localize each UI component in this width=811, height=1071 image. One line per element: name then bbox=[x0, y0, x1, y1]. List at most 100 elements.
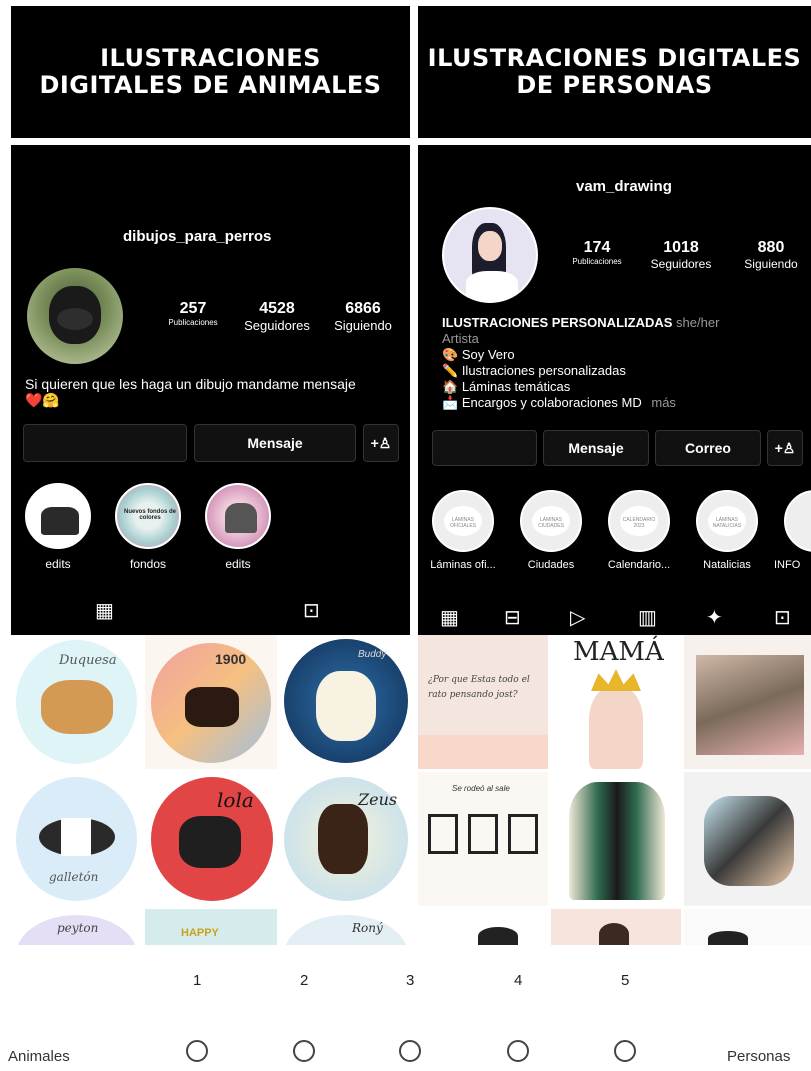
video-tab-icon[interactable]: ▷ bbox=[570, 605, 585, 630]
left-post-1[interactable]: Duquesa bbox=[11, 635, 142, 769]
right-post-1[interactable]: ¿Por que Estas todo el rato pensando jos… bbox=[418, 635, 548, 769]
scale-radio-2[interactable] bbox=[293, 1040, 315, 1062]
right-role: Artista bbox=[442, 331, 479, 346]
left-add-user-button[interactable]: +♙ bbox=[363, 424, 399, 462]
right-email-button[interactable]: Correo bbox=[655, 430, 761, 466]
scale-radio-5[interactable] bbox=[614, 1040, 636, 1062]
scale-number-2: 2 bbox=[300, 972, 309, 989]
left-post-7-text: peyton bbox=[57, 921, 99, 935]
tagged-tab-icon[interactable]: ⊡ bbox=[774, 605, 791, 630]
right-stat-following[interactable]: 880 Siguiendo bbox=[734, 239, 808, 271]
left-stat-following[interactable]: 6866 Siguiendo bbox=[323, 300, 403, 333]
guides-tab-icon[interactable]: ▥ bbox=[638, 605, 657, 630]
right-highlight-2-inner: LÁMINAS CIUDADES bbox=[532, 506, 570, 536]
left-post-4-text: galletón bbox=[49, 870, 99, 884]
left-post-8[interactable]: HAPPY bbox=[145, 909, 277, 945]
right-message-button[interactable]: Mensaje bbox=[543, 430, 649, 466]
right-following-count: 880 bbox=[757, 239, 785, 256]
right-followers-label: Seguidores bbox=[650, 257, 712, 271]
add-user-icon: +♙ bbox=[774, 439, 796, 456]
right-posts-label: Publicaciones bbox=[572, 257, 622, 266]
right-profile-panel: vam_drawing 174 Publicaciones 1018 Segui… bbox=[418, 145, 811, 635]
right-followers-count: 1018 bbox=[663, 239, 699, 256]
right-post-5[interactable] bbox=[551, 772, 681, 906]
left-highlight-3[interactable] bbox=[205, 483, 271, 549]
left-bio-text: Si quieren que les haga un dibujo mandam… bbox=[25, 376, 356, 392]
right-add-user-button[interactable]: +♙ bbox=[767, 430, 803, 466]
right-header-text: ILUSTRACIONES DIGITALES DE PERSONAS bbox=[427, 44, 802, 99]
reels-tab-icon[interactable]: ⊟ bbox=[504, 605, 521, 630]
left-bio: Si quieren que les haga un dibujo mandam… bbox=[25, 376, 405, 408]
right-post-grid: ¿Por que Estas todo el rato pensando jos… bbox=[418, 635, 811, 945]
right-bio: ILUSTRACIONES PERSONALIZADAS she/her Art… bbox=[442, 315, 802, 411]
right-highlight-1-label: Láminas ofi... bbox=[430, 559, 496, 571]
right-stat-followers[interactable]: 1018 Seguidores bbox=[644, 239, 718, 271]
left-post-2[interactable]: 1900 bbox=[145, 635, 277, 769]
right-post-1-text: ¿Por que Estas todo el rato pensando jos… bbox=[428, 675, 530, 700]
grid-tab-icon[interactable]: ▦ bbox=[95, 598, 114, 623]
right-highlight-1[interactable]: LÁMINAS OFICIALES bbox=[432, 490, 494, 552]
left-bio-emoji: ❤️🤗 bbox=[25, 392, 60, 408]
left-highlight-2-label: fondos bbox=[129, 557, 167, 571]
right-bio-title: ILUSTRACIONES PERSONALIZADAS bbox=[442, 315, 673, 330]
right-post-2[interactable]: MAMÁ bbox=[551, 635, 681, 769]
right-highlight-3[interactable]: CALENDARIO 2023 bbox=[608, 490, 670, 552]
scale-number-3: 3 bbox=[406, 972, 415, 989]
left-post-grid: Duquesa 1900 Buddy galletón lola Zeus pe… bbox=[11, 635, 410, 945]
right-follow-button[interactable] bbox=[432, 430, 537, 466]
left-highlight-2[interactable]: Nuevos fondos de colores bbox=[115, 483, 181, 549]
right-bio-line-2: ✏️ Ilustraciones personalizadas bbox=[442, 363, 626, 378]
right-highlight-3-label: Calendario... bbox=[607, 559, 671, 571]
scale-right-label: Personas bbox=[727, 1048, 791, 1065]
left-post-9[interactable]: Roný bbox=[280, 909, 410, 945]
effects-tab-icon[interactable]: ✦ bbox=[706, 605, 723, 630]
right-message-label: Mensaje bbox=[568, 440, 624, 456]
right-avatar[interactable] bbox=[442, 207, 538, 303]
add-user-icon: +♙ bbox=[370, 434, 392, 451]
left-stat-posts[interactable]: 257 Publicaciones bbox=[153, 300, 233, 327]
left-username[interactable]: dibujos_para_perros bbox=[123, 228, 271, 245]
right-highlight-2[interactable]: LÁMINAS CIUDADES bbox=[520, 490, 582, 552]
left-post-5-text: lola bbox=[217, 788, 254, 812]
left-posts-label: Publicaciones bbox=[168, 318, 218, 327]
left-post-3[interactable]: Buddy bbox=[280, 635, 410, 769]
scale-radio-3[interactable] bbox=[399, 1040, 421, 1062]
right-post-7[interactable] bbox=[418, 909, 548, 945]
left-highlight-1[interactable] bbox=[25, 483, 91, 549]
left-post-4[interactable]: galletón bbox=[11, 772, 142, 906]
scale-radio-4[interactable] bbox=[507, 1040, 529, 1062]
more-link[interactable]: más bbox=[651, 395, 676, 410]
scale-number-1: 1 bbox=[193, 972, 202, 989]
left-post-1-text: Duquesa bbox=[59, 653, 117, 668]
left-stat-followers[interactable]: 4528 Seguidores bbox=[233, 300, 321, 333]
right-post-8[interactable] bbox=[551, 909, 681, 945]
right-post-9[interactable] bbox=[684, 909, 811, 945]
left-post-7[interactable]: peyton bbox=[11, 909, 142, 945]
left-post-8-text: HAPPY bbox=[181, 927, 219, 939]
right-highlight-5-label: INFO bbox=[774, 559, 801, 571]
right-bio-line-1: 🎨 Soy Vero bbox=[442, 347, 515, 362]
right-highlight-5[interactable] bbox=[784, 490, 811, 552]
scale-radio-1[interactable] bbox=[186, 1040, 208, 1062]
left-avatar[interactable] bbox=[27, 268, 123, 364]
left-followers-label: Seguidores bbox=[244, 318, 310, 333]
left-post-9-text: Roný bbox=[352, 921, 383, 935]
tagged-tab-icon[interactable]: ⊡ bbox=[303, 598, 320, 623]
left-message-button[interactable]: Mensaje bbox=[194, 424, 356, 462]
grid-tab-icon[interactable]: ▦ bbox=[440, 605, 459, 630]
right-post-4[interactable]: Se rodeó al sale bbox=[418, 772, 548, 906]
right-highlight-4-label: Natalicias bbox=[703, 559, 751, 571]
scale-number-4: 4 bbox=[514, 972, 523, 989]
left-follow-button[interactable] bbox=[23, 424, 187, 462]
left-message-label: Mensaje bbox=[247, 435, 303, 451]
right-highlight-4[interactable]: LÁMINAS NATALICIAS bbox=[696, 490, 758, 552]
right-post-3[interactable] bbox=[684, 635, 811, 769]
right-post-6[interactable] bbox=[684, 772, 811, 906]
right-stat-posts[interactable]: 174 Publicaciones bbox=[560, 239, 634, 266]
left-post-5[interactable]: lola bbox=[145, 772, 277, 906]
right-username[interactable]: vam_drawing bbox=[576, 178, 672, 195]
left-highlight-3-label: edits bbox=[225, 557, 251, 571]
right-highlight-3-inner: CALENDARIO 2023 bbox=[620, 506, 658, 536]
left-post-6[interactable]: Zeus bbox=[280, 772, 410, 906]
right-bio-line-3: 🏠 Láminas temáticas bbox=[442, 379, 571, 394]
